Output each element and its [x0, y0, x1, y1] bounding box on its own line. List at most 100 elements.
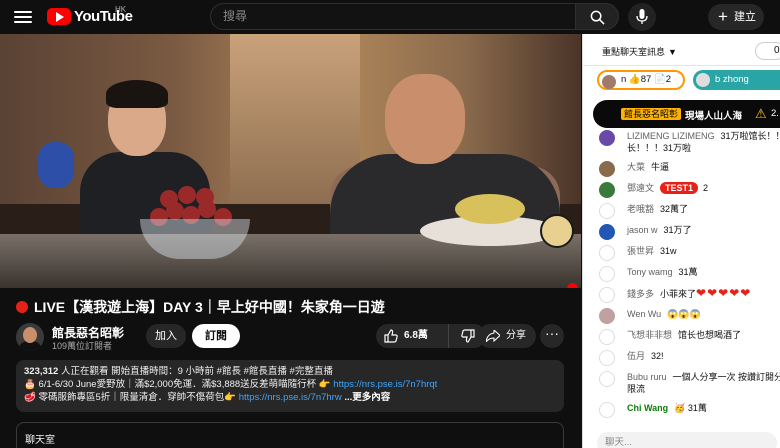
search-input[interactable]: 搜尋 [210, 3, 576, 30]
chat-author-name[interactable]: Wen Wu [627, 309, 661, 319]
description-line-3: 🥩 零碼服飾專區5折｜限量清倉．穿帥不傷荷包👉 https://nrs.pse.… [24, 391, 556, 404]
chat-author-name[interactable]: Bubu ruru [627, 372, 667, 382]
chat-message-text: 32萬了 [660, 204, 689, 214]
like-dislike-group: 6.8萬 [376, 324, 486, 348]
channel-avatar[interactable] [16, 323, 44, 351]
share-arrow-icon [486, 330, 500, 342]
subscribe-button[interactable]: 訂閱 [192, 324, 240, 348]
ticker-label: b zhong [715, 74, 749, 85]
more-actions-button[interactable]: ··· [540, 324, 564, 348]
promo-link-1[interactable]: https://nrs.pse.is/7n7hrqt [333, 379, 437, 390]
create-button[interactable]: + 建立 [708, 4, 764, 30]
chat-author-name[interactable]: 飞想非非想 [627, 330, 672, 340]
banner-text: 現場人山人海 [685, 111, 743, 122]
banner-tail: 2. [771, 108, 779, 119]
pinned-tickers: n 👍87 📄2 b zhong [597, 70, 780, 92]
chat-author-name[interactable]: 大菜 [627, 162, 645, 172]
chat-badge: TEST1 [660, 182, 699, 194]
chat-options-button[interactable]: 0X [755, 42, 780, 60]
ticker-avatar [602, 75, 616, 89]
chat-message-text: 小菲來了 [660, 289, 697, 299]
chat-author-avatar[interactable] [599, 308, 615, 324]
chat-author-name[interactable]: 老哦豁 [627, 204, 654, 214]
progress-scrubber[interactable] [567, 283, 578, 288]
youtube-play-icon [47, 8, 71, 25]
chat-message-text: 31万了 [663, 225, 692, 235]
chat-author-name[interactable]: 鄧遠文 [627, 183, 654, 193]
like-button[interactable]: 6.8萬 [376, 324, 442, 348]
heart-emoji-icons: ❤❤❤❤❤ [696, 286, 752, 300]
chat-author-avatar[interactable] [599, 224, 615, 240]
share-button[interactable]: 分享 [478, 324, 536, 348]
chat-author-name[interactable]: Tony wamg [627, 267, 673, 277]
channel-row: 館長惡名昭彰 109萬位訂閱者 加入 訂閱 6.8萬 分享 ··· [16, 323, 576, 351]
live-chat-panel: 重點聊天室訊息▼ 0X n 👍87 📄2 b zhong 館長惡名昭彰 現場人山… [582, 34, 780, 448]
chat-message: Chi Wang 🥳 31萬 [597, 402, 780, 418]
description-box[interactable]: 323,312 人正在觀看 開始直播時間：9 小時前 #館長 #館長直播 #完整… [16, 360, 564, 412]
chat-author-name[interactable]: Chi Wang [627, 403, 668, 413]
chat-author-name[interactable]: jason w [627, 225, 658, 235]
chat-author-avatar[interactable] [599, 287, 615, 303]
chat-message-text: 🥳 31萬 [674, 403, 707, 413]
join-button[interactable]: 加入 [146, 324, 186, 348]
chat-author-name[interactable]: LIZIMENG LIZIMENG [627, 131, 715, 141]
share-label: 分享 [506, 330, 526, 341]
live-dot-icon [16, 301, 28, 313]
chat-author-avatar[interactable] [599, 182, 615, 198]
channel-watermark [540, 214, 574, 248]
banner-author: 館長惡名昭彰 [621, 108, 682, 120]
thumbs-up-icon [384, 329, 398, 343]
youtube-logo[interactable]: YouTube HK [47, 5, 133, 25]
chat-author-avatar[interactable] [599, 329, 615, 345]
description-meta: 人正在觀看 開始直播時間：9 小時前 #館長 #館長直播 #完整直播 [58, 366, 333, 377]
chat-message-text: 牛逼 [651, 162, 670, 172]
chat-author-avatar[interactable] [599, 161, 615, 177]
chat-author-avatar[interactable] [599, 350, 615, 366]
video-frame [0, 34, 581, 288]
chat-author-avatar[interactable] [599, 203, 615, 219]
chat-message: Bubu ruru一個人分享一次 按讚訂閱分享 限流 [597, 371, 780, 395]
chat-message: 飞想非非想 馆长也想喝酒了 [597, 329, 780, 345]
thumbs-down-icon [461, 329, 475, 343]
promo-link-2[interactable]: https://nrs.pse.is/7n7hrw [239, 392, 342, 403]
chat-message: 伍月 32! [597, 350, 780, 366]
voice-search-button[interactable] [628, 3, 656, 31]
promo-text-2: 🥩 零碼服飾專區5折｜限量清倉．穿帥不傷荷包👉 [24, 392, 239, 403]
chat-mode-selector[interactable]: 重點聊天室訊息 ▼ [599, 44, 677, 58]
microphone-prop [38, 142, 74, 188]
chat-author-name[interactable]: 張世昇 [627, 246, 654, 256]
chat-message-list: LIZIMENG LIZIMENG31万啦馆长！！！长！！！31万啦大菜牛逼鄧遠… [597, 130, 780, 423]
chat-header: 重點聊天室訊息▼ 0X [583, 34, 780, 66]
chat-author-avatar[interactable] [599, 245, 615, 261]
chat-message: LIZIMENG LIZIMENG31万啦馆长！！！长！！！31万啦 [597, 130, 780, 154]
video-title-text: LIVE【漢我遊上海】DAY 3｜早上好中國！朱家角一日遊 [34, 299, 385, 315]
video-title: LIVE【漢我遊上海】DAY 3｜早上好中國！朱家角一日遊 [16, 297, 385, 317]
ticker-item[interactable]: n 👍87 📄2 [597, 70, 685, 90]
ticker-item[interactable]: b zhong [693, 70, 780, 90]
chat-message-text: 😱😱😱 [667, 309, 701, 319]
chat-author-avatar[interactable] [599, 130, 615, 146]
menu-icon[interactable] [14, 8, 32, 24]
chat-message: 老哦豁 32萬了 [597, 203, 780, 219]
chat-author-avatar[interactable] [599, 402, 615, 418]
chat-input[interactable]: 聊天... [597, 432, 777, 448]
show-more-link[interactable]: ...更多內容 [344, 392, 390, 403]
chat-author-avatar[interactable] [599, 266, 615, 282]
chat-message-text: 2 [703, 183, 709, 193]
search-button[interactable] [575, 3, 619, 30]
chat-author-name[interactable]: 錢多多 [627, 289, 654, 299]
chat-author-avatar[interactable] [599, 371, 615, 387]
plus-icon: + [718, 7, 728, 26]
video-player[interactable]: 直播 [0, 34, 581, 288]
chat-message-text: 31萬 [678, 267, 698, 277]
description-line-1: 323,312 人正在觀看 開始直播時間：9 小時前 #館長 #館長直播 #完整… [24, 365, 556, 378]
microphone-icon [636, 9, 648, 24]
chat-message: jason w 31万了 [597, 224, 780, 240]
search-icon [590, 10, 605, 25]
pinned-banner[interactable]: 館長惡名昭彰 現場人山人海 ⚠ 2. [593, 100, 780, 128]
logo-region: HK [115, 5, 127, 14]
chat-replay-bar[interactable]: 聊天室 [16, 422, 564, 448]
ticker-avatar [696, 73, 710, 87]
chevron-down-icon: ▼ [668, 47, 677, 57]
chat-author-name[interactable]: 伍月 [627, 351, 645, 361]
